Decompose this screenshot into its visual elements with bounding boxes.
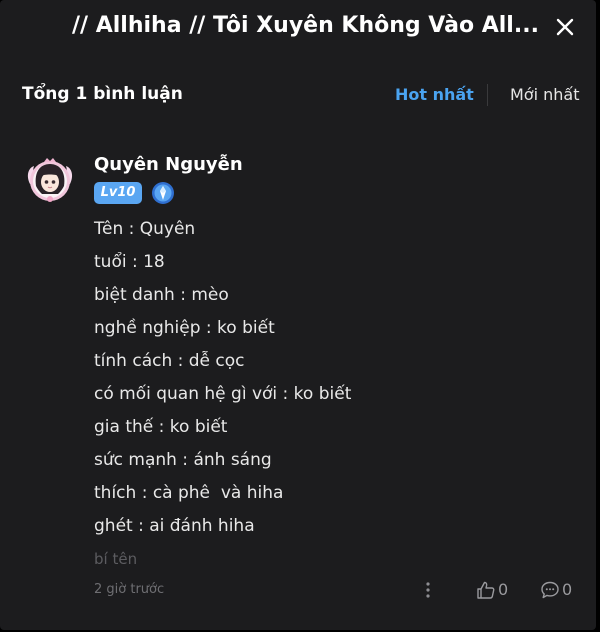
sort-newest-tab[interactable]: Mới nhất bbox=[510, 85, 579, 104]
comment-count: Tổng 1 bình luận bbox=[22, 84, 183, 104]
comment-line: tính cách : dễ cọc bbox=[94, 351, 245, 371]
comments-toolbar: Tổng 1 bình luận Hot nhất Mới nhất bbox=[0, 74, 596, 118]
more-options-button[interactable] bbox=[420, 579, 436, 601]
like-button[interactable]: 0 bbox=[476, 579, 516, 601]
comment-line: Tên : Quyên bbox=[94, 219, 196, 239]
more-vertical-icon bbox=[426, 582, 430, 598]
comment-bubble-icon bbox=[541, 581, 559, 599]
thumbs-up-icon bbox=[477, 581, 495, 599]
comment-item: Quyên Nguyễn Lv10 Tên : Quyên tuổi : 18 … bbox=[0, 148, 596, 618]
rank-badge-icon bbox=[151, 181, 175, 205]
like-count: 0 bbox=[498, 580, 509, 599]
avatar-image bbox=[27, 158, 73, 202]
comment-line-muted: bí tên bbox=[94, 550, 138, 568]
comment-line: gia thế : ko biết bbox=[94, 417, 228, 437]
comment-timestamp: 2 giờ trước bbox=[94, 582, 165, 597]
reply-count: 0 bbox=[562, 580, 573, 599]
page-title: // Allhiha // Tôi Xuyên Không Vào All... bbox=[72, 13, 539, 38]
comments-panel: // Allhiha // Tôi Xuyên Không Vào All...… bbox=[0, 0, 596, 630]
avatar[interactable] bbox=[24, 154, 76, 206]
close-button[interactable] bbox=[552, 14, 578, 40]
close-icon bbox=[556, 18, 574, 36]
level-badge: Lv10 bbox=[94, 182, 142, 204]
comment-line: sức mạnh : ánh sáng bbox=[94, 450, 272, 470]
comment-line: thích : cà phê và hiha bbox=[94, 483, 284, 503]
comment-line: ghét : ai đánh hiha bbox=[94, 516, 255, 536]
comment-line: có mối quan hệ gì với : ko biết bbox=[94, 384, 352, 404]
sort-hot-tab[interactable]: Hot nhất bbox=[395, 85, 474, 104]
reply-button[interactable]: 0 bbox=[540, 579, 580, 601]
comment-body: Tên : Quyên tuổi : 18 biệt danh : mèo ng… bbox=[94, 218, 574, 581]
comment-line: biệt danh : mèo bbox=[94, 285, 229, 305]
comment-line: tuổi : 18 bbox=[94, 252, 165, 272]
sort-divider bbox=[487, 84, 488, 106]
header: // Allhiha // Tôi Xuyên Không Vào All... bbox=[0, 0, 596, 54]
comment-line: nghề nghiệp : ko biết bbox=[94, 318, 275, 338]
username[interactable]: Quyên Nguyễn bbox=[94, 154, 243, 175]
